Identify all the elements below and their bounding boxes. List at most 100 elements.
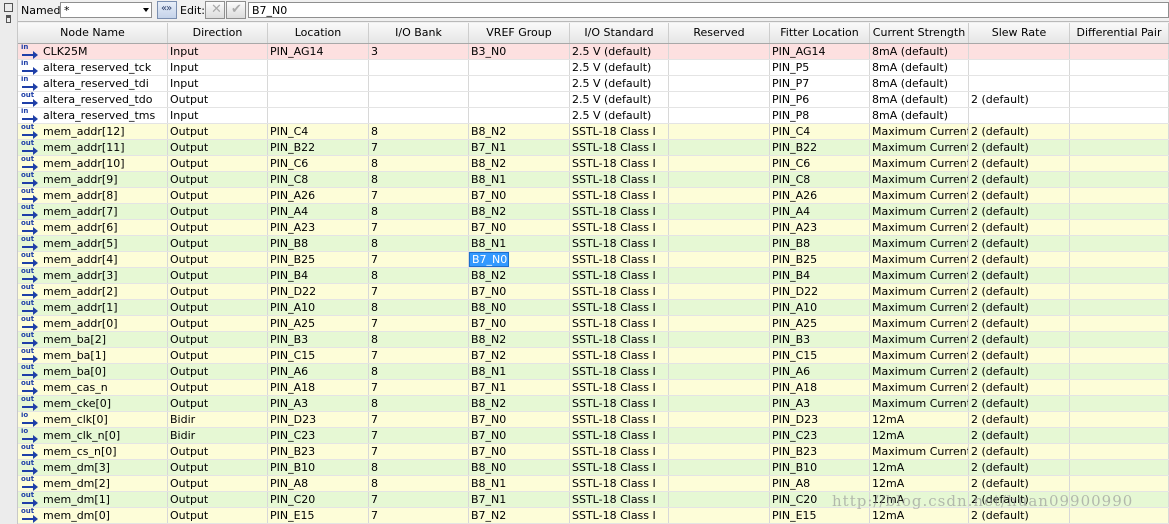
location-cell[interactable]: PIN_A25 — [268, 316, 369, 331]
reserved-cell[interactable] — [669, 156, 770, 171]
location-cell[interactable]: PIN_A6 — [268, 364, 369, 379]
table-row[interactable]: out mem_addr[11] Output PIN_B22 7 B7_N1 SSTL-1… — [18, 140, 1169, 156]
table-row[interactable]: in CLK25M Input PIN_AG14 3 B3_N0 2.5 V (defaul… — [18, 44, 1169, 60]
direction-cell[interactable]: Output — [168, 332, 268, 347]
table-row[interactable]: out mem_addr[7] Output PIN_A4 8 B8_N2 SSTL-18 … — [18, 204, 1169, 220]
current-strength-cell[interactable]: Maximum Current — [870, 220, 969, 235]
slew-rate-cell[interactable]: 2 (default) — [969, 476, 1070, 491]
table-row[interactable]: out mem_cke[0] Output PIN_A3 8 B8_N2 SSTL-18 C… — [18, 396, 1169, 412]
slew-rate-cell[interactable]: 2 (default) — [969, 252, 1070, 267]
table-row[interactable]: io mem_clk[0] Bidir PIN_D23 7 B7_N0 SSTL-18 Cl… — [18, 412, 1169, 428]
io-bank-cell[interactable]: 7 — [369, 444, 469, 459]
location-cell[interactable]: PIN_A4 — [268, 204, 369, 219]
io-standard-cell[interactable]: SSTL-18 Class I — [570, 188, 669, 203]
vref-group-cell[interactable]: B7_N0 — [469, 252, 570, 267]
node-name-cell[interactable]: out mem_cke[0] — [18, 396, 168, 411]
current-strength-cell[interactable]: Maximum Current — [870, 284, 969, 299]
current-strength-cell[interactable]: 8mA (default) — [870, 76, 969, 91]
node-name-cell[interactable]: out mem_addr[6] — [18, 220, 168, 235]
differential-pair-cell[interactable] — [1070, 396, 1169, 411]
table-row[interactable]: out mem_dm[1] Output PIN_C20 7 B7_N1 SSTL-18 C… — [18, 492, 1169, 508]
vref-group-cell[interactable]: B8_N2 — [469, 124, 570, 139]
differential-pair-cell[interactable] — [1070, 108, 1169, 123]
table-row[interactable]: out mem_ba[1] Output PIN_C15 7 B7_N2 SSTL-18 C… — [18, 348, 1169, 364]
reserved-cell[interactable] — [669, 140, 770, 155]
fitter-location-cell[interactable]: PIN_C20 — [770, 492, 870, 507]
current-strength-cell[interactable]: 8mA (default) — [870, 44, 969, 59]
current-strength-cell[interactable]: Maximum Current — [870, 300, 969, 315]
node-name-cell[interactable]: out mem_dm[0] — [18, 508, 168, 523]
reserved-cell[interactable] — [669, 252, 770, 267]
slew-rate-cell[interactable] — [969, 76, 1070, 91]
io-bank-cell[interactable]: 8 — [369, 460, 469, 475]
chevron-down-icon[interactable] — [143, 8, 149, 12]
location-cell[interactable]: PIN_A8 — [268, 476, 369, 491]
reserved-cell[interactable] — [669, 460, 770, 475]
io-bank-cell[interactable]: 7 — [369, 316, 469, 331]
io-bank-cell[interactable] — [369, 92, 469, 107]
io-bank-cell[interactable]: 7 — [369, 412, 469, 427]
fitter-location-cell[interactable]: PIN_B8 — [770, 236, 870, 251]
fitter-location-cell[interactable]: PIN_B4 — [770, 268, 870, 283]
io-standard-cell[interactable]: SSTL-18 Class I — [570, 300, 669, 315]
node-name-cell[interactable]: out mem_dm[1] — [18, 492, 168, 507]
vref-group-cell[interactable]: B7_N0 — [469, 444, 570, 459]
differential-pair-cell[interactable] — [1070, 252, 1169, 267]
slew-rate-cell[interactable]: 2 (default) — [969, 204, 1070, 219]
io-bank-cell[interactable]: 3 — [369, 44, 469, 59]
slew-rate-cell[interactable]: 2 (default) — [969, 444, 1070, 459]
direction-cell[interactable]: Input — [168, 60, 268, 75]
node-finder-button[interactable]: «» — [157, 1, 177, 19]
reserved-cell[interactable] — [669, 76, 770, 91]
current-strength-cell[interactable]: Maximum Current — [870, 188, 969, 203]
differential-pair-cell[interactable] — [1070, 460, 1169, 475]
differential-pair-cell[interactable] — [1070, 380, 1169, 395]
differential-pair-cell[interactable] — [1070, 476, 1169, 491]
slew-rate-cell[interactable]: 2 (default) — [969, 508, 1070, 523]
fitter-location-cell[interactable]: PIN_A4 — [770, 204, 870, 219]
io-standard-cell[interactable]: SSTL-18 Class I — [570, 460, 669, 475]
io-standard-cell[interactable]: SSTL-18 Class I — [570, 348, 669, 363]
column-header-vref-group[interactable]: VREF Group — [469, 23, 570, 43]
table-row[interactable]: io mem_clk_n[0] Bidir PIN_C23 7 B7_N0 SSTL-18 … — [18, 428, 1169, 444]
io-bank-cell[interactable] — [369, 108, 469, 123]
slew-rate-cell[interactable]: 2 (default) — [969, 412, 1070, 427]
fitter-location-cell[interactable]: PIN_B23 — [770, 444, 870, 459]
node-name-cell[interactable]: out mem_ba[2] — [18, 332, 168, 347]
io-bank-cell[interactable]: 7 — [369, 140, 469, 155]
fitter-location-cell[interactable]: PIN_D23 — [770, 412, 870, 427]
vref-group-cell[interactable]: B8_N1 — [469, 476, 570, 491]
vref-group-cell[interactable]: B7_N1 — [469, 380, 570, 395]
io-bank-cell[interactable]: 7 — [369, 220, 469, 235]
current-strength-cell[interactable]: 12mA — [870, 508, 969, 523]
reserved-cell[interactable] — [669, 236, 770, 251]
location-cell[interactable]: PIN_A26 — [268, 188, 369, 203]
io-standard-cell[interactable]: 2.5 V (default) — [570, 92, 669, 107]
slew-rate-cell[interactable]: 2 (default) — [969, 188, 1070, 203]
io-bank-cell[interactable]: 8 — [369, 124, 469, 139]
current-strength-cell[interactable]: Maximum Current — [870, 204, 969, 219]
vref-group-cell[interactable]: B8_N2 — [469, 204, 570, 219]
location-cell[interactable] — [268, 92, 369, 107]
table-row[interactable]: out mem_ba[0] Output PIN_A6 8 B8_N1 SSTL-18 Cl… — [18, 364, 1169, 380]
io-standard-cell[interactable]: 2.5 V (default) — [570, 60, 669, 75]
reserved-cell[interactable] — [669, 316, 770, 331]
table-row[interactable]: in altera_reserved_tck Input 2.5 V (default… — [18, 60, 1169, 76]
fitter-location-cell[interactable]: PIN_A10 — [770, 300, 870, 315]
current-strength-cell[interactable]: Maximum Current — [870, 396, 969, 411]
io-bank-cell[interactable]: 8 — [369, 156, 469, 171]
location-cell[interactable]: PIN_AG14 — [268, 44, 369, 59]
direction-cell[interactable]: Output — [168, 268, 268, 283]
node-name-cell[interactable]: out mem_dm[3] — [18, 460, 168, 475]
slew-rate-cell[interactable]: 2 (default) — [969, 172, 1070, 187]
location-cell[interactable]: PIN_A23 — [268, 220, 369, 235]
reserved-cell[interactable] — [669, 124, 770, 139]
direction-cell[interactable]: Output — [168, 92, 268, 107]
differential-pair-cell[interactable] — [1070, 172, 1169, 187]
fitter-location-cell[interactable]: PIN_A26 — [770, 188, 870, 203]
node-name-cell[interactable]: in altera_reserved_tdi — [18, 76, 168, 91]
differential-pair-cell[interactable] — [1070, 444, 1169, 459]
node-name-cell[interactable]: out mem_addr[1] — [18, 300, 168, 315]
slew-rate-cell[interactable]: 2 (default) — [969, 300, 1070, 315]
location-cell[interactable]: PIN_C4 — [268, 124, 369, 139]
